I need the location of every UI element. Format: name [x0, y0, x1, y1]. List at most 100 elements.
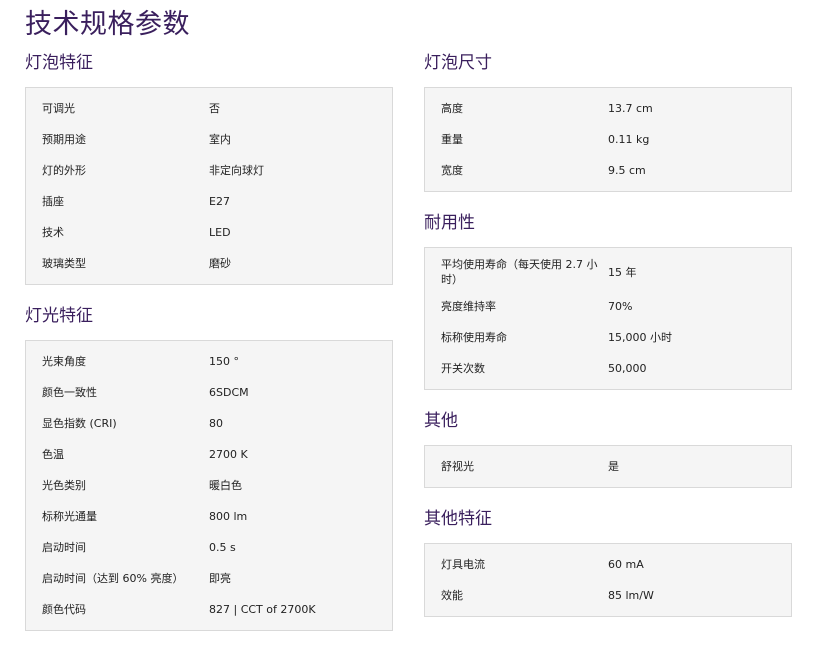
spec-value: LED	[209, 226, 231, 239]
section-title: 其他	[424, 411, 458, 431]
spec-label: 标称使用寿命	[441, 331, 507, 344]
spec-section: 灯光特征光束角度 150 ° 颜色一致性 6SDCM 显色指数 (CRI) 80 色温 270…	[25, 305, 393, 631]
spec-table: 光束角度 150 ° 颜色一致性 6SDCM 显色指数 (CRI) 80 色温 2700 K 光…	[25, 340, 393, 631]
spec-value: 80	[209, 417, 223, 430]
spec-label: 颜色代码	[42, 603, 86, 616]
spec-value: 70%	[608, 300, 633, 313]
spec-value: 15,000 小时	[608, 331, 672, 344]
spec-row: 颜色代码 827 | CCT of 2700K	[26, 594, 392, 625]
spec-value: 800 lm	[209, 510, 248, 523]
spec-label: 舒视光	[441, 460, 474, 473]
spec-label: 玻璃类型	[42, 257, 86, 270]
spec-value: 0.11 kg	[608, 133, 650, 146]
spec-row: 预期用途 室内	[26, 124, 392, 155]
spec-value: 827 | CCT of 2700K	[209, 603, 316, 616]
spec-value: 磨砂	[209, 257, 231, 270]
spec-value: 非定向球灯	[209, 164, 264, 177]
spec-table: 可调光 否预期用途 室内灯的外形 非定向球灯插座 E27 技术 LED 玻璃类型 磨砂	[25, 87, 393, 285]
spec-row: 可调光 否	[26, 93, 392, 124]
spec-row: 启动时间（达到 60% 亮度） 即亮	[26, 563, 392, 594]
spec-section: 灯泡尺寸高度 13.7 cm 重量 0.11 kg 宽度 9.5 cm	[424, 52, 792, 192]
spec-row: 重量 0.11 kg	[425, 124, 791, 155]
spec-value: 否	[209, 102, 220, 115]
spec-row: 灯的外形 非定向球灯	[26, 155, 392, 186]
spec-label: 效能	[441, 589, 463, 602]
spec-section: 灯泡特征可调光 否预期用途 室内灯的外形 非定向球灯插座 E27 技术 LED 玻璃类型 磨砂	[25, 52, 393, 285]
spec-row: 显色指数 (CRI) 80	[26, 408, 392, 439]
spec-label: 灯具电流	[441, 558, 485, 571]
spec-value: 0.5 s	[209, 541, 236, 554]
page-title: 技术规格参数	[25, 9, 190, 40]
spec-label: 可调光	[42, 102, 75, 115]
spec-label: 标称光通量	[42, 510, 97, 523]
spec-label: 启动时间	[42, 541, 86, 554]
spec-table: 平均使用寿命（每天使用 2.7 小时） 15 年亮度维持率 70% 标称使用寿命 15,…	[424, 247, 792, 390]
spec-row: 效能 85 lm/W	[425, 580, 791, 611]
spec-value: 6SDCM	[209, 386, 249, 399]
spec-row: 平均使用寿命（每天使用 2.7 小时） 15 年	[425, 253, 791, 291]
section-title: 其他特征	[424, 509, 492, 529]
spec-value: E27	[209, 195, 230, 208]
left-column: 灯泡特征 可调光否预期用途 室内 灯的外形 非定向球灯 插座 E27 技术 LED 玻璃类型 磨砂灯…	[25, 52, 393, 631]
spec-label: 技术	[42, 226, 64, 239]
spec-row: 舒视光 是	[425, 451, 791, 482]
spec-label: 平均使用寿命（每天使用 2.7 小时）	[441, 258, 598, 286]
section-title: 耐用性	[424, 213, 475, 233]
spec-section: 其他舒视光 是	[424, 410, 792, 488]
spec-value: 2700 K	[209, 448, 248, 461]
spec-value: 是	[608, 460, 619, 473]
section-title: 灯光特征	[25, 306, 93, 326]
section-title: 灯泡特征	[25, 53, 93, 73]
spec-label: 开关次数	[441, 362, 485, 375]
spec-label: 灯的外形	[42, 164, 86, 177]
spec-label: 预期用途	[42, 133, 86, 146]
spec-value: 9.5 cm	[608, 164, 646, 177]
spec-row: 灯具电流 60 mA	[425, 549, 791, 580]
spec-row: 高度 13.7 cm	[425, 93, 791, 124]
spec-table: 舒视光 是	[424, 445, 792, 488]
spec-row: 开关次数 50,000	[425, 353, 791, 384]
spec-row: 插座 E27	[26, 186, 392, 217]
spec-label: 光色类别	[42, 479, 86, 492]
spec-label: 亮度维持率	[441, 300, 496, 313]
spec-row: 亮度维持率 70%	[425, 291, 791, 322]
spec-value: 85 lm/W	[608, 589, 654, 602]
spec-row: 光束角度 150 °	[26, 346, 392, 377]
spec-label: 宽度	[441, 164, 463, 177]
spec-value: 50,000	[608, 362, 647, 375]
spec-row: 玻璃类型 磨砂	[26, 248, 392, 279]
right-column: 灯泡尺寸高度 13.7 cm 重量 0.11 kg 宽度 9.5 cm 耐用性平均使用寿命（…	[424, 52, 792, 617]
spec-table: 高度 13.7 cm 重量 0.11 kg 宽度 9.5 cm	[424, 87, 792, 192]
spec-label: 启动时间（达到 60% 亮度）	[42, 572, 184, 585]
spec-row: 光色类别 暖白色	[26, 470, 392, 501]
spec-value: 13.7 cm	[608, 102, 653, 115]
spec-row: 色温 2700 K	[26, 439, 392, 470]
spec-value: 即亮	[209, 572, 231, 585]
spec-label: 颜色一致性	[42, 386, 97, 399]
spec-label: 光束角度	[42, 355, 86, 368]
spec-label: 色温	[42, 448, 64, 461]
spec-table: 灯具电流 60 mA 效能 85 lm/W	[424, 543, 792, 617]
spec-value: 60 mA	[608, 558, 644, 571]
spec-row: 启动时间 0.5 s	[26, 532, 392, 563]
spec-value: 室内	[209, 133, 231, 146]
spec-value: 150 °	[209, 355, 239, 368]
spec-label: 高度	[441, 102, 463, 115]
spec-section: 耐用性平均使用寿命（每天使用 2.7 小时） 15 年亮度维持率 70% 标称使用寿命…	[424, 212, 792, 390]
spec-label: 重量	[441, 133, 463, 146]
spec-section: 其他特征灯具电流 60 mA 效能 85 lm/W	[424, 508, 792, 617]
spec-row: 宽度 9.5 cm	[425, 155, 791, 186]
spec-value: 15 年	[608, 265, 637, 279]
spec-row: 标称光通量 800 lm	[26, 501, 392, 532]
spec-label: 显色指数 (CRI)	[42, 417, 117, 430]
spec-row: 标称使用寿命 15,000 小时	[425, 322, 791, 353]
spec-row: 技术 LED	[26, 217, 392, 248]
spec-row: 颜色一致性 6SDCM	[26, 377, 392, 408]
spec-value: 暖白色	[209, 479, 242, 492]
section-title: 灯泡尺寸	[424, 53, 492, 73]
spec-label: 插座	[42, 195, 64, 208]
